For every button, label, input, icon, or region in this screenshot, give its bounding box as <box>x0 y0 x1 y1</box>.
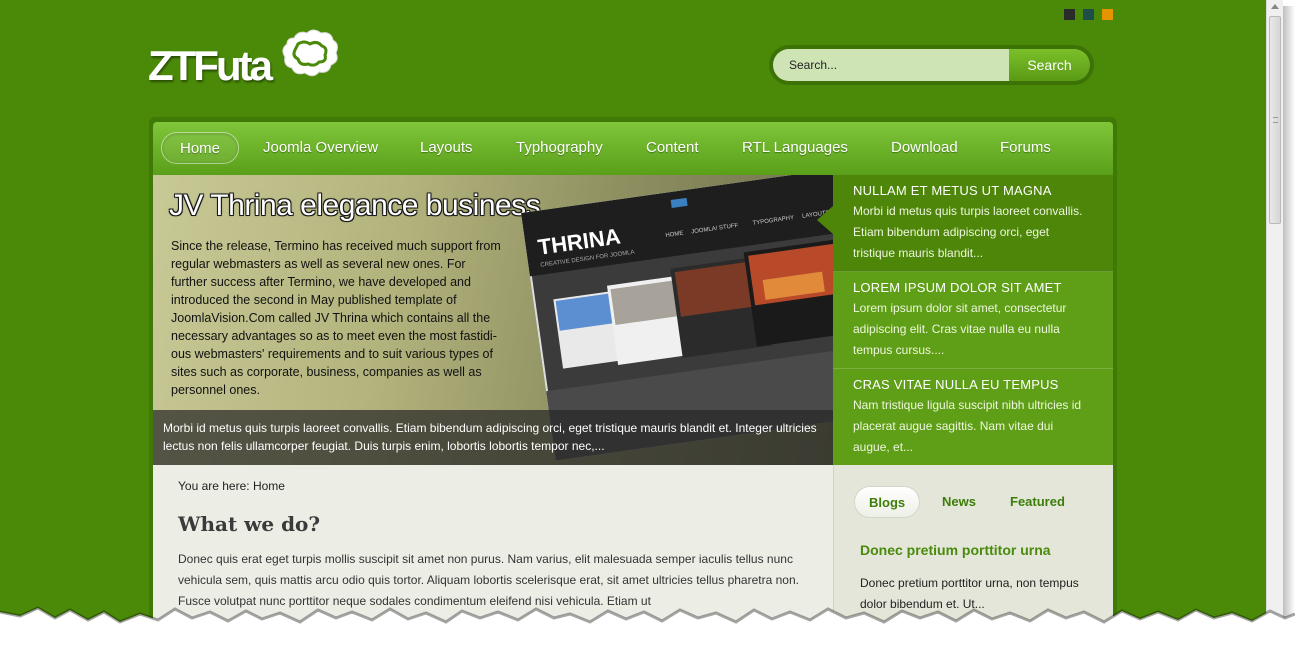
slide-description: Since the release, Termino has received … <box>171 239 501 397</box>
nav-item-content[interactable]: Content <box>646 132 699 164</box>
slide-caption: Morbi id metus quis turpis laoreet conva… <box>153 410 833 465</box>
active-news-pointer <box>817 206 833 234</box>
cloud-icon <box>282 29 338 77</box>
news-item[interactable]: LOREM IPSUM DOLOR SIT AMET Lorem ipsum d… <box>833 272 1113 369</box>
news-title: CRAS VITAE NULLA EU TEMPUS <box>853 377 1059 392</box>
nav-item-rtl-languages[interactable]: RTL Languages <box>742 132 848 164</box>
color-theme-switcher <box>1045 9 1113 20</box>
slide-title: JV Thrina elegance business <box>169 189 541 222</box>
news-text: Nam tristique ligula suscipit nibh ultri… <box>853 398 1082 454</box>
scrollbar-grip-icon <box>1273 117 1278 123</box>
news-item[interactable]: NULLAM ET METUS UT MAGNA Morbi id metus … <box>833 175 1113 272</box>
nav-item-typhography[interactable]: Typhography <box>516 132 603 164</box>
nav-item-download[interactable]: Download <box>891 132 958 164</box>
theme-swatch-orange[interactable] <box>1102 9 1113 20</box>
theme-swatch-teal[interactable] <box>1083 9 1094 20</box>
nav-item-forums[interactable]: Forums <box>1000 132 1051 164</box>
page-shadow <box>1283 6 1295 654</box>
news-title: LOREM IPSUM DOLOR SIT AMET <box>853 280 1062 295</box>
news-item[interactable]: CRAS VITAE NULLA EU TEMPUS Nam tristique… <box>833 369 1113 466</box>
nav-item-layouts[interactable]: Layouts <box>420 132 473 164</box>
search-button[interactable]: Search <box>1009 49 1090 81</box>
theme-swatch-green[interactable] <box>1045 9 1056 20</box>
scroll-up-arrow-icon[interactable] <box>1271 4 1279 9</box>
news-list: NULLAM ET METUS UT MAGNA Morbi id metus … <box>833 175 1113 465</box>
theme-swatch-dark[interactable] <box>1064 9 1075 20</box>
search-form: Search <box>769 45 1094 85</box>
featured-slideshow[interactable]: JV Thrina elegance business Since the re… <box>153 175 833 465</box>
vertical-scrollbar[interactable] <box>1266 0 1283 654</box>
tab-news[interactable]: News <box>942 486 976 518</box>
news-text: Morbi id metus quis turpis laoreet conva… <box>853 204 1083 260</box>
search-input[interactable] <box>773 49 1009 81</box>
logo-text: ZTFuta <box>148 42 273 89</box>
news-title: NULLAM ET METUS UT MAGNA <box>853 183 1052 198</box>
site-logo[interactable]: ZTFuta <box>148 28 348 89</box>
scrollbar-thumb[interactable] <box>1269 16 1281 224</box>
nav-item-home[interactable]: Home <box>161 132 240 164</box>
browser-viewport: ZTFuta Search Home Joomla Overview Layou… <box>0 0 1266 654</box>
tab-blogs[interactable]: Blogs <box>854 486 921 518</box>
tab-featured[interactable]: Featured <box>1010 486 1065 518</box>
sidebar-article-title[interactable]: Donec pretium porttitor urna <box>860 542 1051 558</box>
page-heading: What we do? <box>178 512 321 536</box>
news-text: Lorem ipsum dolor sit amet, consectetur … <box>853 301 1067 357</box>
main-navigation: Home Joomla Overview Layouts Typhography… <box>153 122 1113 175</box>
breadcrumb: You are here: Home <box>178 479 285 493</box>
torn-paper-edge <box>0 606 1295 654</box>
nav-item-joomla-overview[interactable]: Joomla Overview <box>263 132 378 164</box>
